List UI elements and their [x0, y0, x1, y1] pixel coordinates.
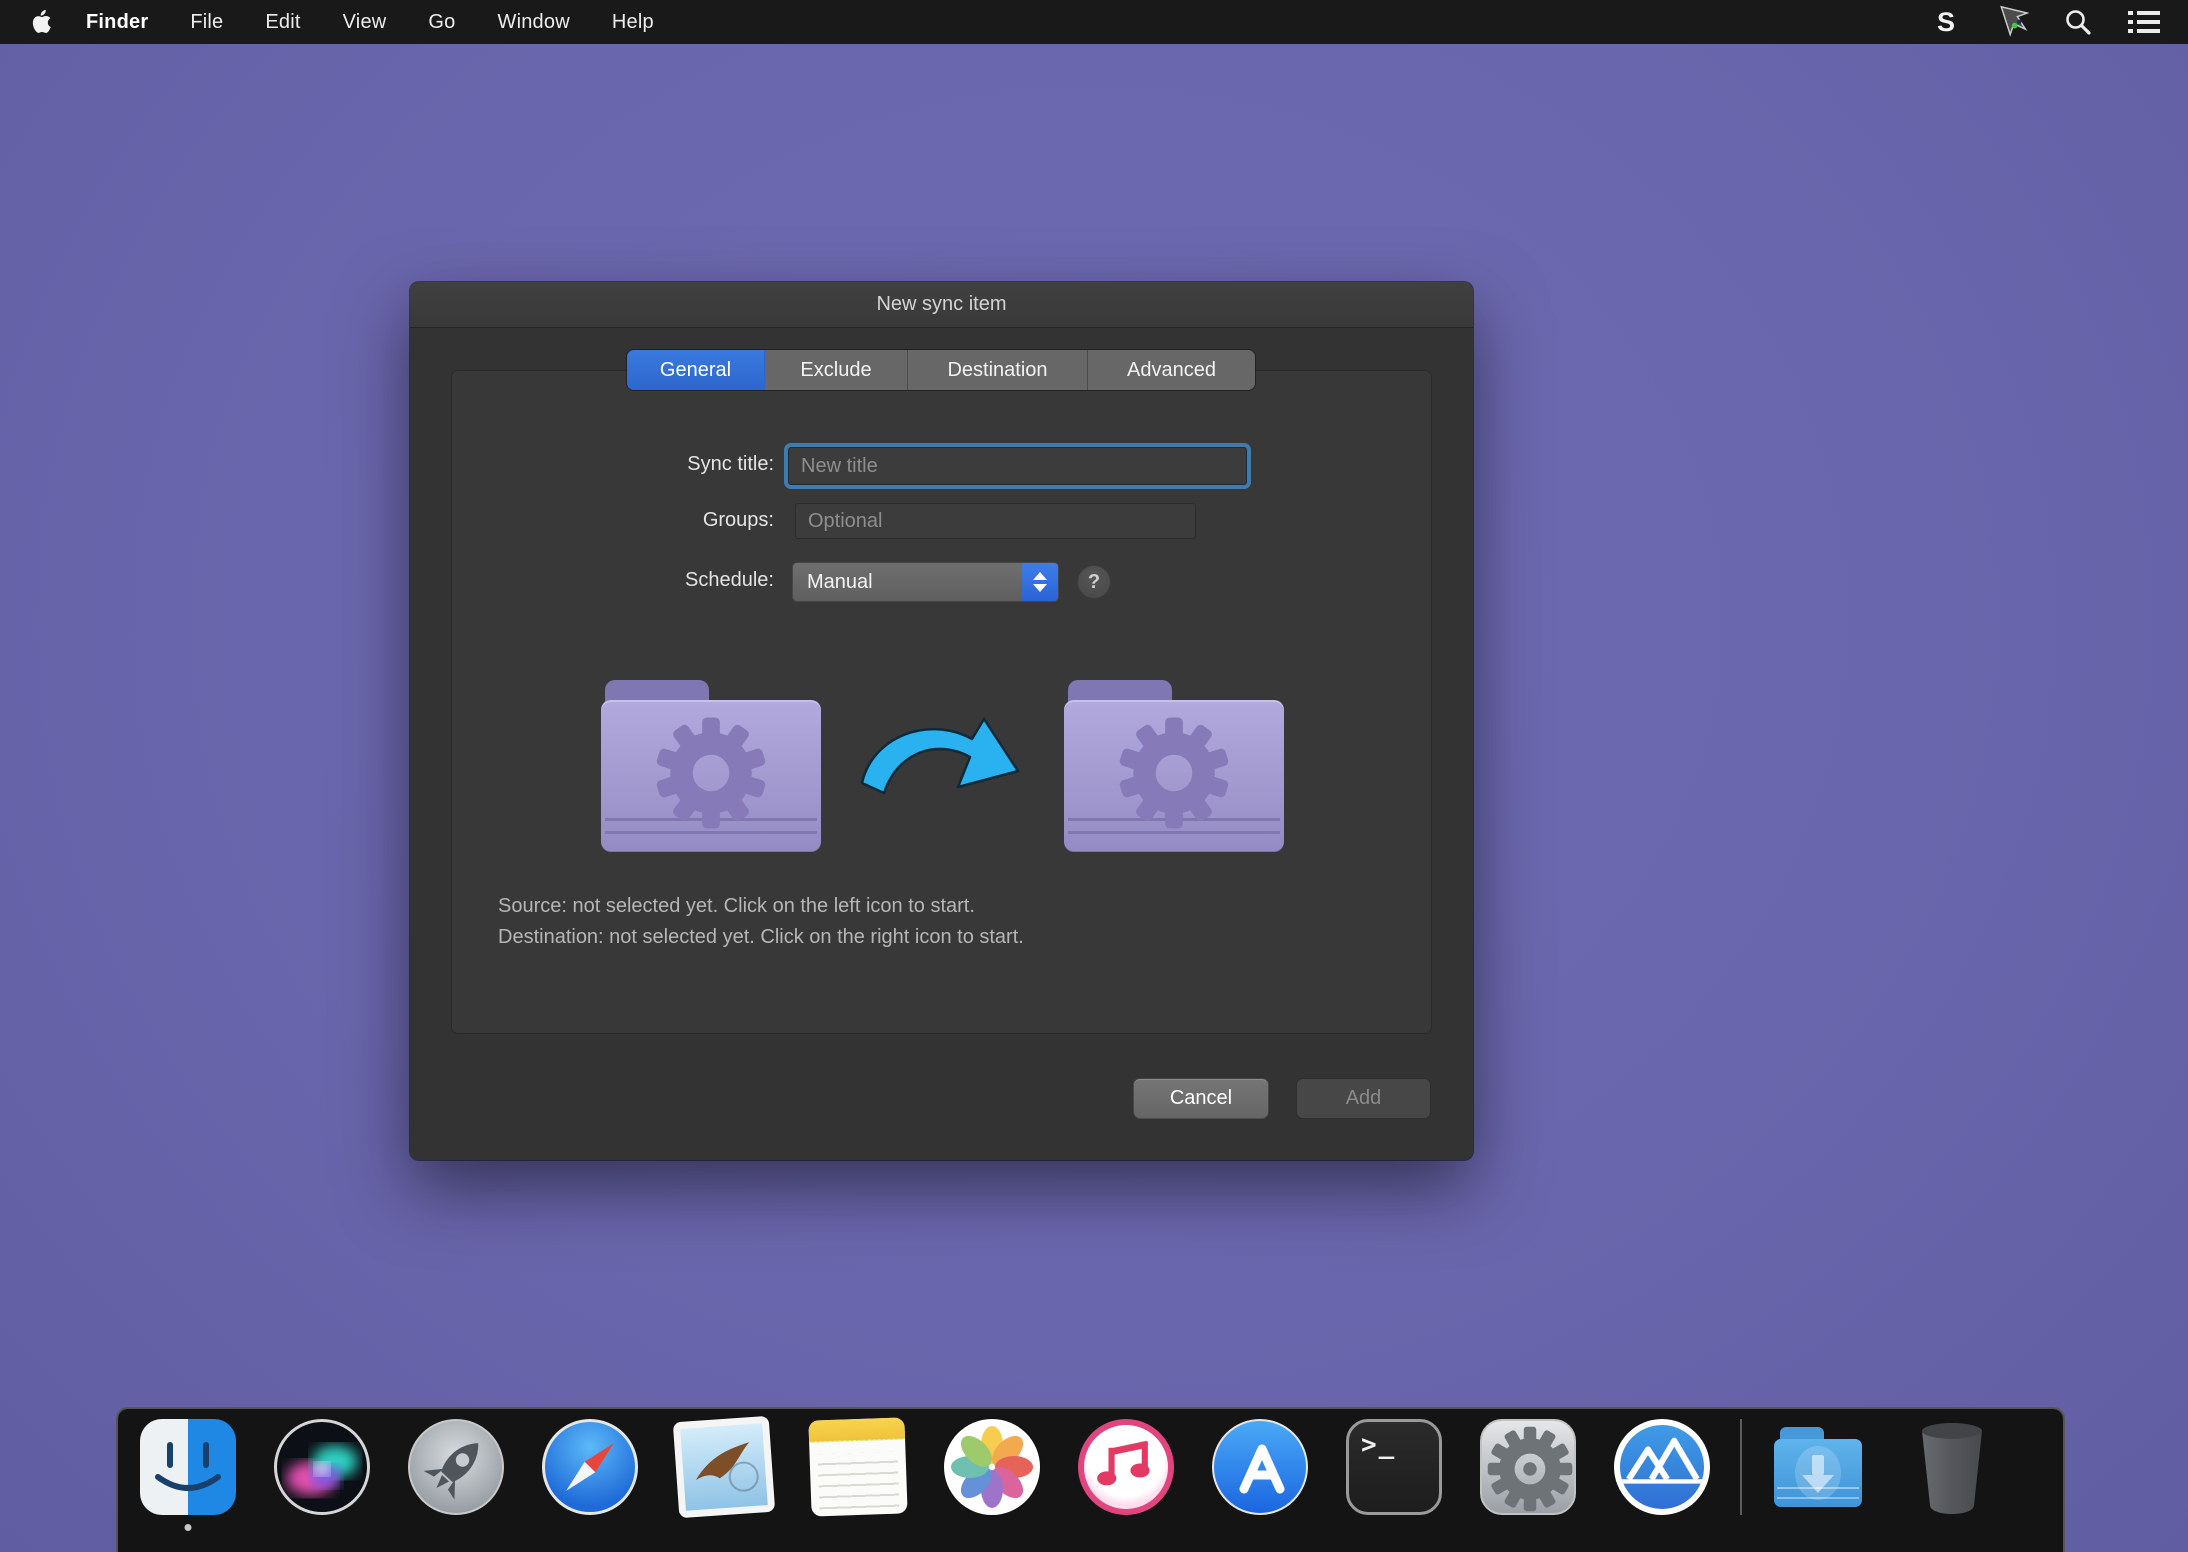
trash-can-icon — [1904, 1419, 2000, 1515]
apple-menu-icon[interactable] — [26, 9, 56, 35]
groups-input[interactable] — [795, 503, 1196, 539]
sync-title-label: Sync title: — [524, 453, 774, 476]
destination-status-line: Destination: not selected yet. Click on … — [498, 922, 1024, 953]
dock-app-store[interactable] — [1212, 1419, 1308, 1515]
compass-needle-icon — [545, 1422, 635, 1512]
tab-exclude[interactable]: Exclude — [765, 350, 908, 390]
finder-running-indicator — [185, 1524, 192, 1531]
source-status-line: Source: not selected yet. Click on the l… — [498, 891, 1024, 922]
siri-wave-icon — [277, 1422, 367, 1512]
download-arrow-icon — [1770, 1431, 1866, 1515]
dock-notes[interactable] — [810, 1419, 906, 1515]
mountains-icon — [1620, 1425, 1704, 1509]
help-button[interactable]: ? — [1077, 565, 1111, 599]
menu-item-view[interactable]: View — [343, 11, 387, 34]
schedule-popup[interactable]: Manual — [792, 562, 1059, 602]
dock-launchpad[interactable] — [408, 1419, 504, 1515]
groups-label: Groups: — [524, 509, 774, 532]
dock-sync-folders-app[interactable] — [1614, 1419, 1710, 1515]
popup-stepper-icon — [1022, 563, 1058, 601]
new-sync-item-dialog: New sync item General Exclude Destinatio… — [410, 282, 1473, 1160]
destination-folder-icon[interactable] — [1064, 680, 1284, 852]
music-note-icon — [1084, 1425, 1168, 1509]
menu-item-edit[interactable]: Edit — [265, 11, 300, 34]
preferences-gear-icon — [1482, 1421, 1576, 1515]
dialog-title: New sync item — [876, 293, 1006, 316]
dock-finder[interactable] — [140, 1419, 236, 1515]
dock: >_ — [116, 1407, 2065, 1552]
source-folder-icon[interactable] — [601, 680, 821, 852]
menu-item-help[interactable]: Help — [612, 11, 654, 34]
desktop: { "menu_bar": { "active_app": "Finder", … — [0, 0, 2188, 1552]
tab-advanced[interactable]: Advanced — [1088, 350, 1255, 390]
gear-glyph — [1115, 714, 1233, 832]
dock-mail[interactable] — [676, 1419, 772, 1515]
menu-item-window[interactable]: Window — [498, 11, 570, 34]
dialog-titlebar[interactable]: New sync item — [410, 282, 1473, 328]
dock-downloads-folder[interactable] — [1770, 1419, 1866, 1515]
dock-divider — [1740, 1419, 1742, 1515]
app-store-a-icon — [1214, 1421, 1308, 1515]
pointer-tool-icon[interactable] — [1994, 4, 2030, 40]
flower-icon — [944, 1419, 1040, 1515]
list-menu-icon[interactable] — [2126, 4, 2162, 40]
sync-title-input[interactable] — [788, 447, 1247, 485]
general-tab-panel: Sync title: Groups: Schedule: Manual ? — [451, 370, 1432, 1034]
menu-item-go[interactable]: Go — [428, 11, 455, 34]
cancel-button[interactable]: Cancel — [1133, 1078, 1269, 1119]
status-text: Source: not selected yet. Click on the l… — [498, 891, 1024, 953]
dock-safari[interactable] — [542, 1419, 638, 1515]
menu-bar: Finder File Edit View Go Window Help S — [0, 0, 2188, 44]
tab-destination[interactable]: Destination — [908, 350, 1088, 390]
dock-photos[interactable] — [944, 1419, 1040, 1515]
gear-glyph — [652, 714, 770, 832]
sync-app-menu-icon[interactable]: S — [1928, 4, 1964, 40]
terminal-prompt-glyph: >_ — [1361, 1430, 1396, 1460]
dock-trash[interactable] — [1904, 1419, 2000, 1515]
tab-general[interactable]: General — [627, 350, 765, 390]
spotlight-search-icon[interactable] — [2060, 4, 2096, 40]
tab-bar: General Exclude Destination Advanced — [627, 350, 1255, 390]
dock-siri[interactable] — [274, 1419, 370, 1515]
rocket-icon — [410, 1421, 502, 1513]
dock-terminal[interactable]: >_ — [1346, 1419, 1442, 1515]
dock-music[interactable] — [1078, 1419, 1174, 1515]
schedule-label: Schedule: — [524, 569, 774, 592]
eagle-stamp-icon — [680, 1423, 768, 1511]
sync-arrow-icon — [856, 711, 1031, 816]
schedule-selected-value: Manual — [793, 571, 1022, 594]
add-button[interactable]: Add — [1296, 1078, 1431, 1119]
dock-system-preferences[interactable] — [1480, 1419, 1576, 1515]
finder-face-icon — [140, 1419, 236, 1515]
menu-item-finder[interactable]: Finder — [86, 11, 148, 34]
menu-item-file[interactable]: File — [190, 11, 223, 34]
